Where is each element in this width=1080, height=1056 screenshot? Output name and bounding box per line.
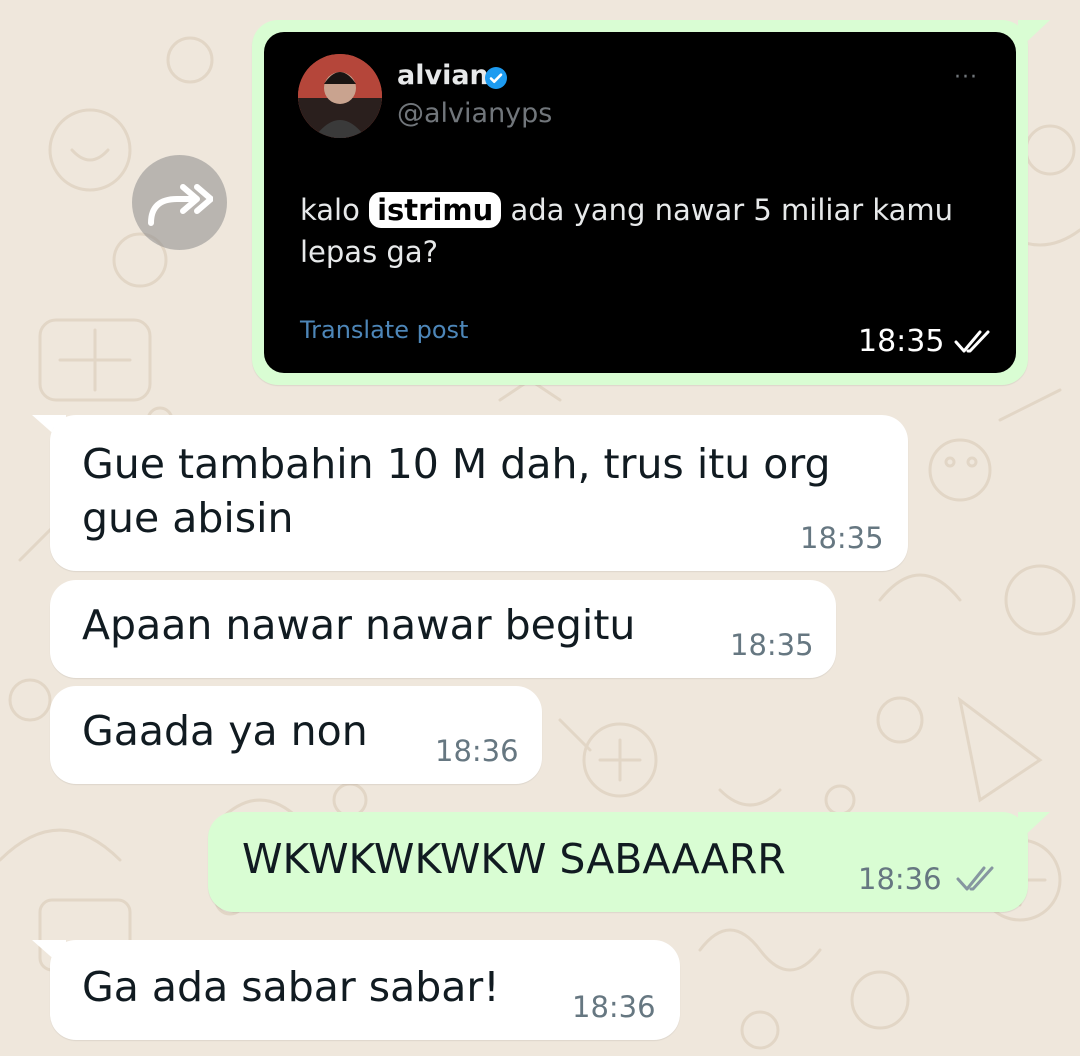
message-time: 18:35 bbox=[800, 521, 884, 555]
more-options-icon: ··· bbox=[954, 65, 978, 90]
double-check-icon bbox=[956, 866, 994, 891]
message-text-line1: Gue tambahin 10 M dah, trus itu org bbox=[82, 440, 831, 488]
incoming-message-bubble[interactable]: Gaada ya non 18:36 bbox=[50, 686, 542, 784]
double-check-icon bbox=[954, 330, 990, 353]
post-highlight: istrimu bbox=[369, 192, 502, 228]
message-time: 18:36 bbox=[858, 862, 942, 896]
avatar bbox=[298, 54, 382, 138]
message-time: 18:35 bbox=[858, 324, 945, 359]
translate-post-link: Translate post bbox=[300, 316, 469, 344]
post-text: kalo istrimu ada yang nawar 5 miliar kam… bbox=[300, 189, 953, 273]
message-time: 18:36 bbox=[572, 990, 656, 1024]
message-time: 18:36 bbox=[435, 734, 519, 768]
forward-icon bbox=[148, 184, 213, 226]
post-text-rest: ada yang nawar 5 miliar kamu bbox=[510, 193, 954, 227]
incoming-message-bubble[interactable]: Ga ada sabar sabar! 18:36 bbox=[50, 940, 680, 1040]
author-name: alvian bbox=[397, 60, 489, 91]
post-text-line2: lepas ga? bbox=[300, 235, 438, 269]
incoming-message-bubble[interactable]: Apaan nawar nawar begitu 18:35 bbox=[50, 580, 836, 678]
incoming-message-bubble[interactable]: Gue tambahin 10 M dah, trus itu org gue … bbox=[50, 415, 908, 571]
message-text: Apaan nawar nawar begitu bbox=[82, 601, 636, 649]
tweet-screenshot-image[interactable]: alvian @alvianyps ··· kalo istrimu ada y… bbox=[264, 32, 1016, 373]
bubble-tail bbox=[1018, 20, 1050, 50]
post-text-start: kalo bbox=[300, 193, 360, 227]
author-handle: @alvianyps bbox=[397, 98, 553, 129]
forward-button[interactable] bbox=[132, 155, 227, 250]
verified-badge-icon bbox=[485, 67, 507, 89]
message-text-line2: gue abisin bbox=[82, 494, 294, 542]
outgoing-message-bubble[interactable]: WKWKWKWKW SABAAARR 18:36 bbox=[208, 812, 1028, 912]
bubble-tail bbox=[1018, 812, 1050, 842]
message-text: WKWKWKWKW SABAAARR bbox=[242, 835, 786, 883]
message-time: 18:35 bbox=[730, 628, 814, 662]
message-text: Ga ada sabar sabar! bbox=[82, 963, 500, 1011]
message-text: Gaada ya non bbox=[82, 707, 368, 755]
